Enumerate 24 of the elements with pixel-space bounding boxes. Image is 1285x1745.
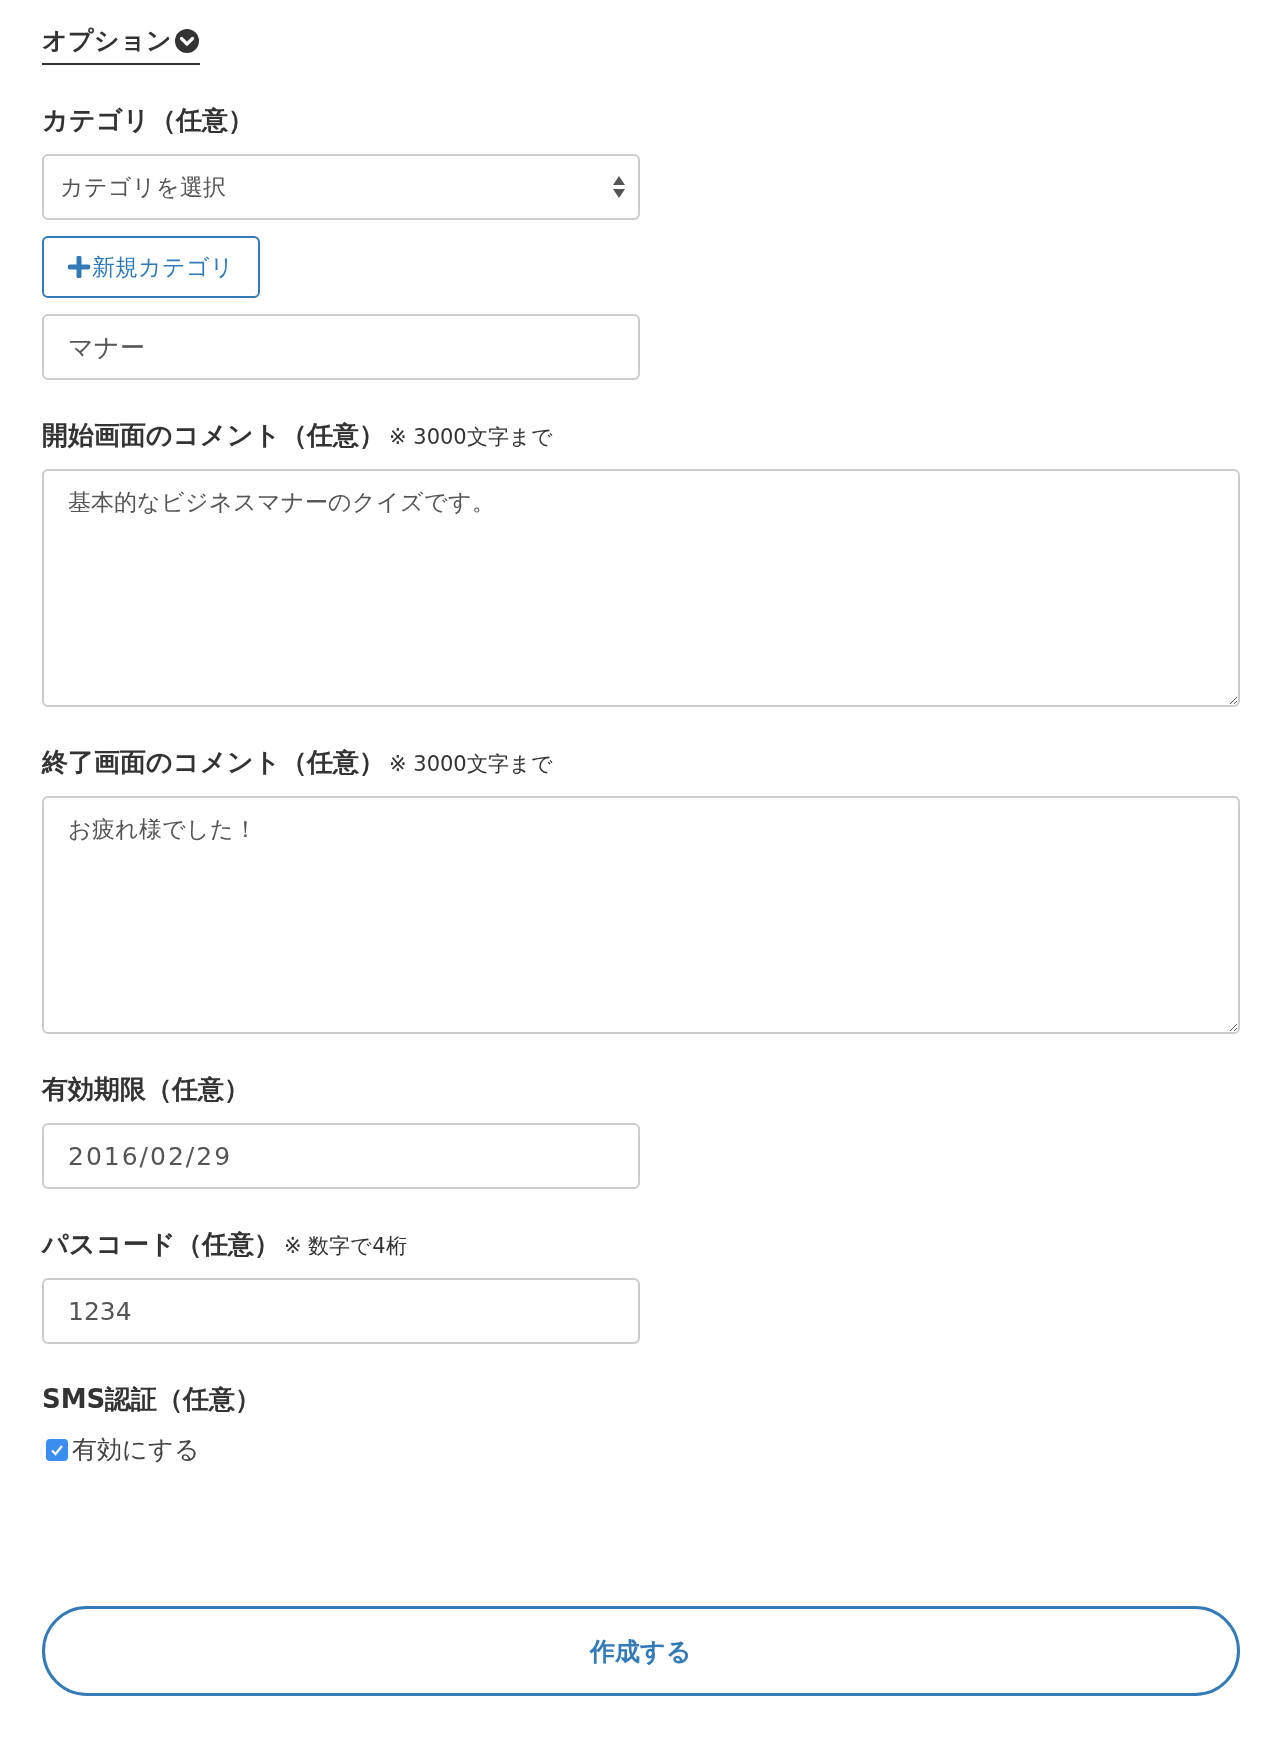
checkbox-label: 有効にする xyxy=(72,1434,200,1466)
input-field[interactable]: 1234 xyxy=(42,1278,640,1344)
comment-field[interactable]: お疲れ様でした！ xyxy=(42,796,1240,1034)
plus-icon xyxy=(68,256,90,278)
field-label: 終了画面のコメント（任意） xyxy=(42,746,385,779)
create-button[interactable]: 作成する xyxy=(42,1606,1240,1696)
select-value: カテゴリを選択 xyxy=(60,172,226,202)
category-select[interactable]: カテゴリを選択 xyxy=(42,154,640,220)
field-label: 有効期限（任意） xyxy=(42,1073,250,1106)
new-category-button[interactable]: 新規カテゴリ xyxy=(42,236,260,298)
input-field[interactable]: マナー xyxy=(42,314,640,380)
field-note: ※ 3000文字まで xyxy=(389,424,553,451)
field-label: SMS認証（任意） xyxy=(42,1383,262,1416)
field-label: 開始画面のコメント（任意） xyxy=(42,419,385,452)
field-label: カテゴリ（任意） xyxy=(42,104,254,137)
updown-arrows-icon xyxy=(612,175,626,199)
options-toggle[interactable]: オプション xyxy=(42,24,200,65)
checkbox[interactable] xyxy=(46,1438,68,1461)
chevron-down-icon xyxy=(174,27,200,54)
field-label: パスコード（任意） xyxy=(42,1228,280,1261)
field-note: ※ 3000文字まで xyxy=(389,751,553,778)
comment-field[interactable]: 基本的なビジネスマナーのクイズです。 xyxy=(42,469,1240,707)
date-field[interactable]: 2016/02/29 xyxy=(42,1123,640,1189)
field-note: ※ 数字で4桁 xyxy=(284,1233,407,1260)
